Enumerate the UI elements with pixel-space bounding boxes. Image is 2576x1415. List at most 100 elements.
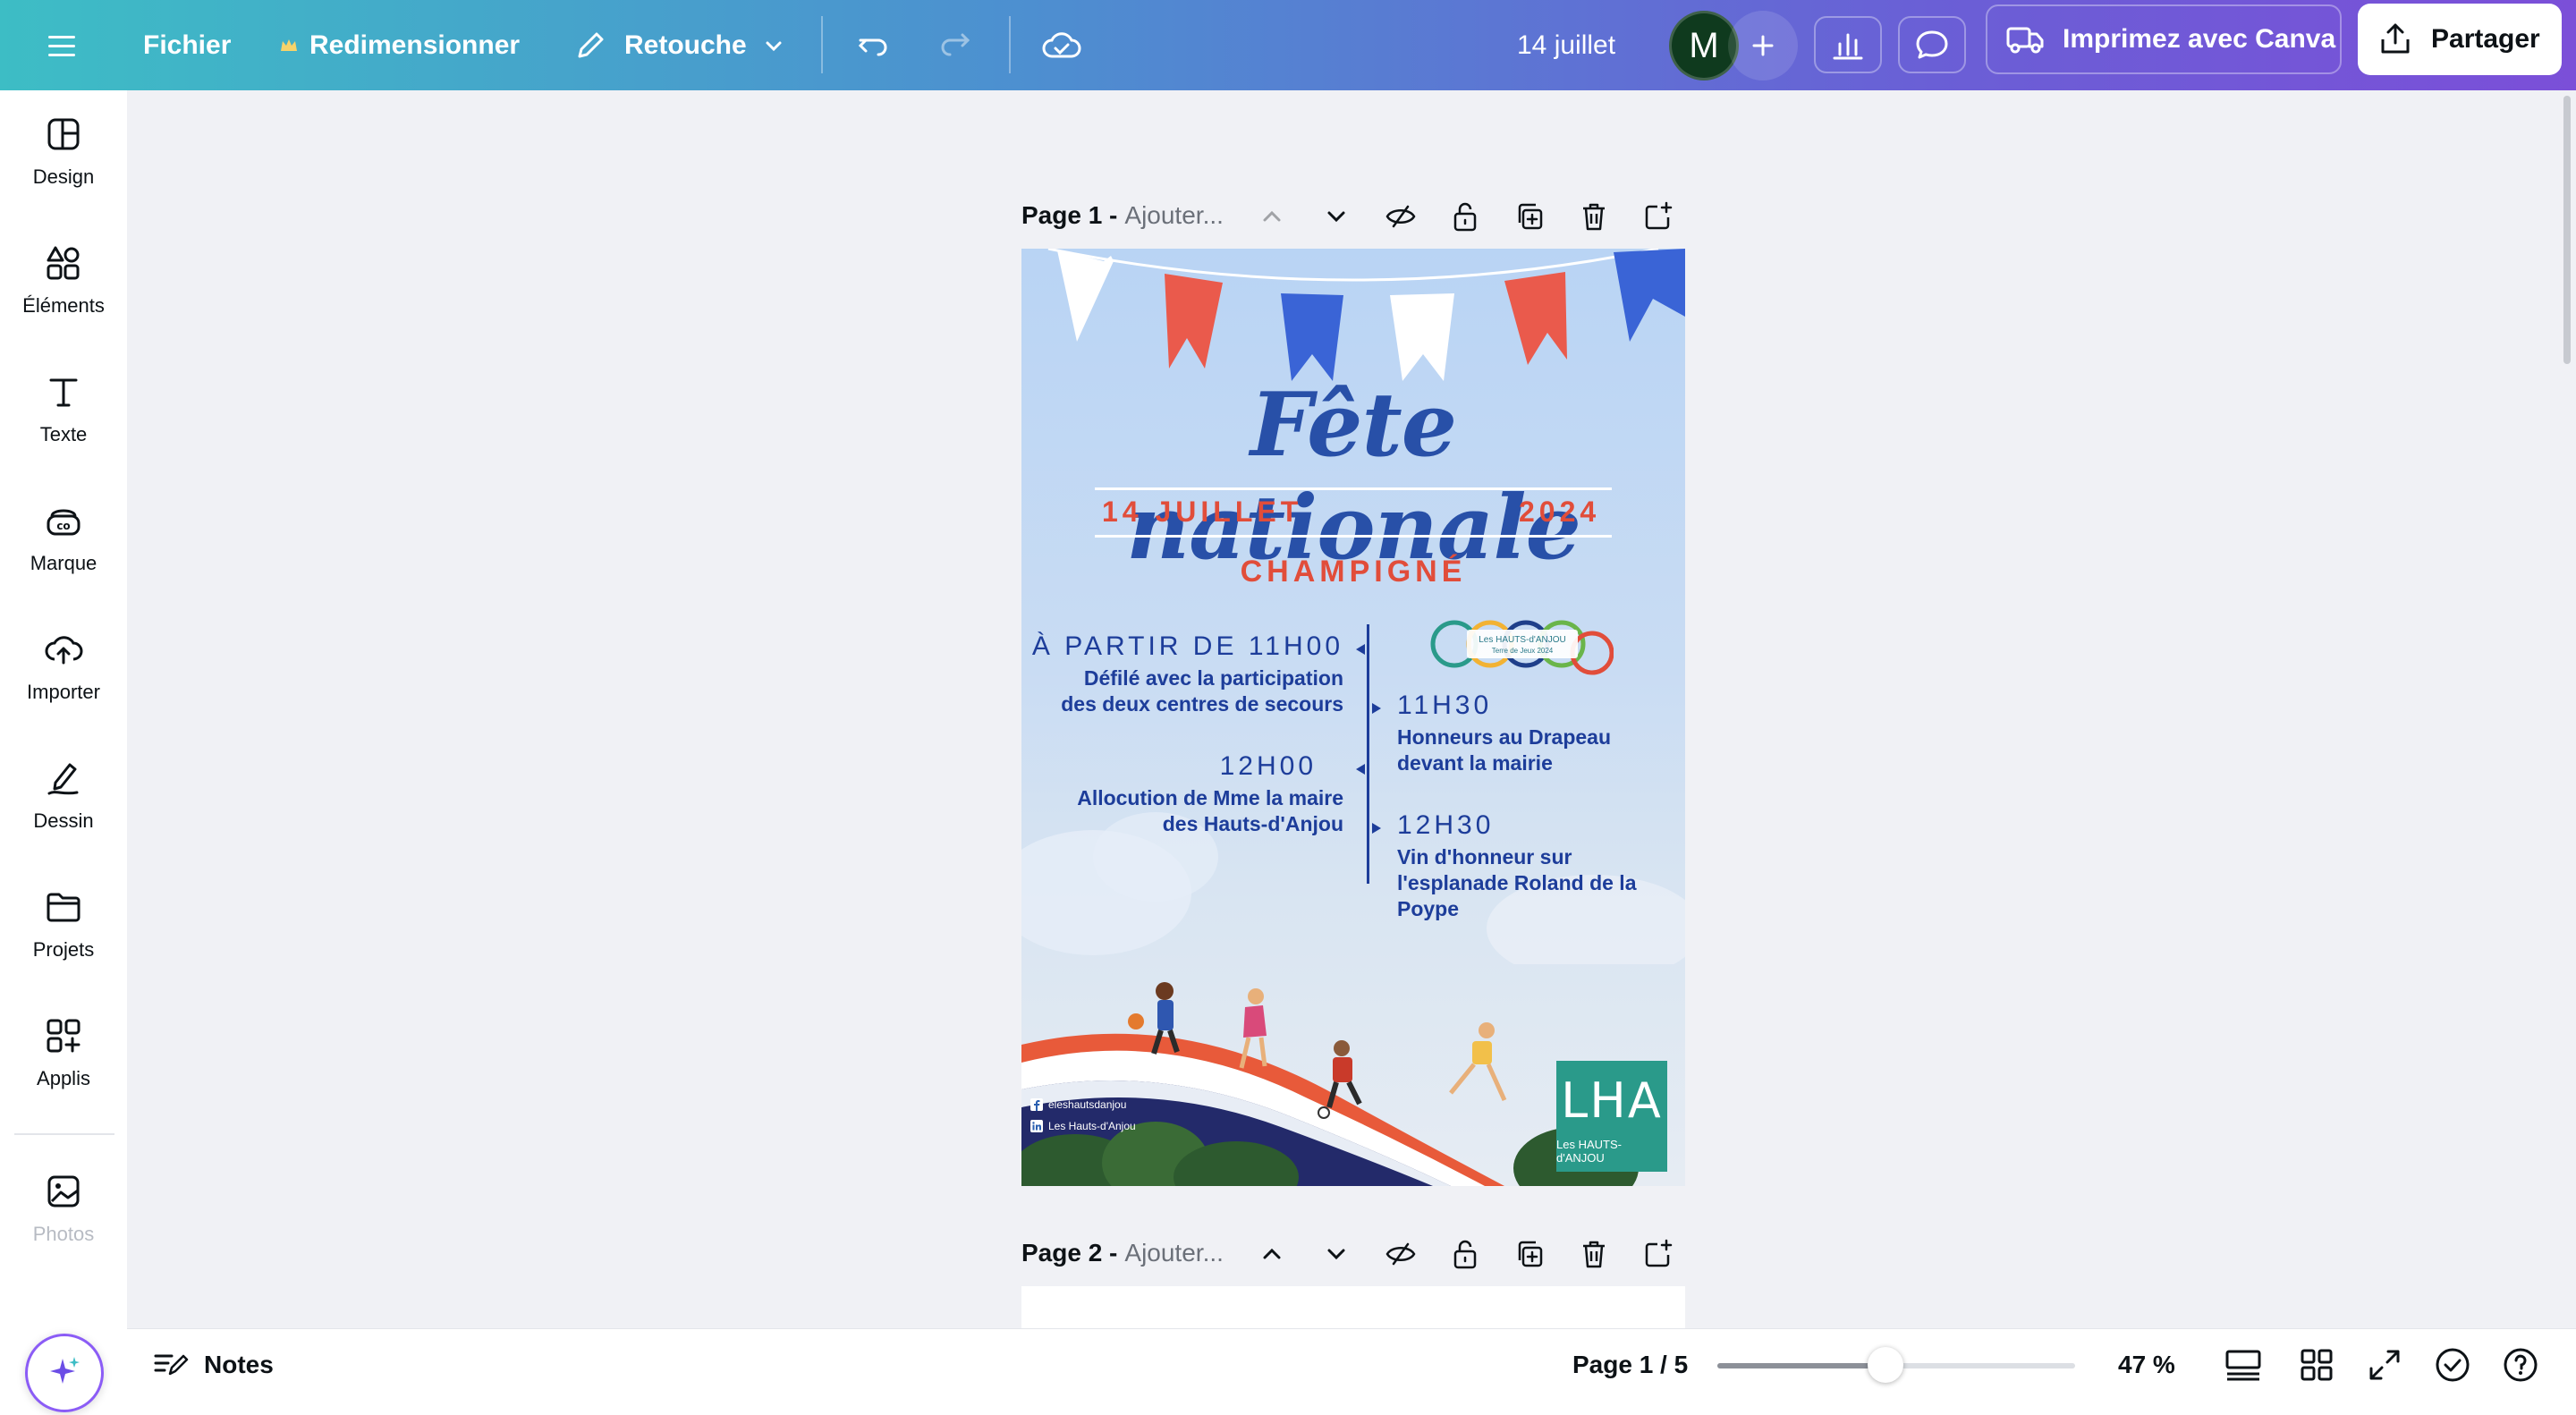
- lock-page-button[interactable]: [1449, 1238, 1481, 1270]
- poster-date-year[interactable]: 2024: [1519, 496, 1600, 529]
- move-page-down-button[interactable]: [1320, 1238, 1352, 1270]
- undo-button[interactable]: [855, 0, 891, 90]
- page-2-title-input[interactable]: Ajouter...: [1124, 1239, 1224, 1267]
- help-icon: [2504, 1348, 2538, 1382]
- redo-icon: [941, 33, 970, 55]
- chevron-down-icon: [766, 41, 782, 51]
- event-2-desc-line: Honneurs au Drapeau: [1397, 725, 1611, 749]
- magic-assistant-button[interactable]: [25, 1334, 104, 1412]
- insights-button[interactable]: [1814, 16, 1882, 73]
- poster-title[interactable]: Fête nationale: [1021, 374, 1685, 580]
- shapes-icon: [47, 246, 80, 280]
- zoom-slider-knob[interactable]: [1868, 1347, 1903, 1383]
- sidebar-item-apps[interactable]: Applis: [0, 1017, 127, 1090]
- comments-button[interactable]: [1898, 16, 1966, 73]
- olympic-rings-logo[interactable]: Les HAUTS-d'ANJOU Terre de Jeux 2024: [1426, 615, 1614, 678]
- poster-town[interactable]: CHAMPIGNÉ: [1021, 555, 1685, 589]
- chevron-up-icon: [1263, 1248, 1281, 1259]
- event-2-desc[interactable]: Honneurs au Drapeau devant la mairie: [1397, 724, 1611, 776]
- help-button[interactable]: [2503, 1329, 2538, 1401]
- event-3-desc[interactable]: Allocution de Mme la maire des Hauts-d'A…: [1077, 785, 1343, 837]
- event-4-desc-line: l'esplanade Roland de la: [1397, 871, 1637, 894]
- share-upload-icon: [2381, 23, 2410, 54]
- delete-page-button[interactable]: [1578, 1238, 1610, 1270]
- retouch-button[interactable]: Retouche: [572, 0, 784, 90]
- lha-logo-mark: LHA: [1561, 1072, 1663, 1129]
- hamburger-icon: [48, 35, 75, 56]
- badge-line-1: Les HAUTS-d'ANJOU: [1479, 635, 1566, 645]
- duplicate-page-button[interactable]: [1513, 1238, 1546, 1270]
- scroll-thumb[interactable]: [2563, 96, 2571, 364]
- zoom-slider[interactable]: [1717, 1347, 2075, 1383]
- duplicate-page-button[interactable]: [1513, 200, 1546, 233]
- sidebar-item-brand[interactable]: co Marque: [0, 502, 127, 575]
- sidebar-item-design[interactable]: Design: [0, 115, 127, 189]
- delete-page-button[interactable]: [1578, 200, 1610, 233]
- poster-date-day[interactable]: 14 JUILLET: [1102, 496, 1302, 529]
- page-counter[interactable]: Page 1 / 5: [1572, 1329, 1688, 1401]
- hide-page-button[interactable]: [1385, 200, 1417, 233]
- event-1-time[interactable]: À PARTIR DE 11H00: [1032, 631, 1343, 662]
- pencil-icon: [578, 32, 604, 57]
- social-facebook[interactable]: eleshautsdanjou: [1030, 1098, 1126, 1111]
- sidebar-item-photos[interactable]: Photos: [0, 1173, 127, 1246]
- event-3-time[interactable]: 12H00: [1220, 751, 1317, 782]
- lock-page-button[interactable]: [1449, 200, 1481, 233]
- sidebar-item-text[interactable]: Texte: [0, 373, 127, 446]
- event-4-time[interactable]: 12H30: [1397, 810, 1494, 841]
- sidebar-item-import[interactable]: Importer: [0, 631, 127, 704]
- share-button[interactable]: Partager: [2358, 4, 2562, 75]
- menu-button[interactable]: [47, 0, 77, 90]
- fullscreen-button[interactable]: [2368, 1329, 2401, 1401]
- lha-logo[interactable]: LHA Les HAUTS-d'ANJOU: [1556, 1061, 1667, 1172]
- redo-button[interactable]: [937, 0, 973, 90]
- page-1-title-input[interactable]: Ajouter...: [1124, 201, 1224, 230]
- event-1-desc[interactable]: Défilé avec la participation des deux ce…: [1061, 665, 1343, 717]
- file-menu-button[interactable]: Fichier: [143, 0, 231, 90]
- check-button[interactable]: [2435, 1329, 2470, 1401]
- facebook-handle: eleshautsdanjou: [1048, 1098, 1127, 1111]
- timeline-arrows: [1356, 644, 1381, 834]
- page-1-design[interactable]: Fête nationale 14 JUILLET 2024 CHAMPIGNÉ…: [1021, 249, 1685, 1186]
- resize-button[interactable]: Redimensionner: [279, 0, 520, 90]
- duplicate-icon: [1518, 1241, 1543, 1267]
- expand-icon: [2369, 1350, 2400, 1380]
- sidebar-item-draw[interactable]: Dessin: [0, 759, 127, 833]
- comment-icon: [1916, 30, 1948, 59]
- move-page-up-button[interactable]: [1256, 1238, 1288, 1270]
- cloud-save-button[interactable]: [1041, 0, 1082, 90]
- grid-icon: [2301, 1349, 2333, 1381]
- linkedin-handle: Les Hauts-d'Anjou: [1048, 1120, 1136, 1132]
- chevron-down-icon: [1327, 211, 1345, 223]
- hide-page-button[interactable]: [1385, 1238, 1417, 1270]
- grid-view-button[interactable]: [2301, 1329, 2333, 1401]
- sidebar-item-projects[interactable]: Projets: [0, 888, 127, 962]
- move-page-down-button[interactable]: [1320, 200, 1352, 233]
- lha-logo-caption: Les HAUTS-d'ANJOU: [1556, 1138, 1622, 1165]
- toolbar-divider: [1009, 16, 1011, 73]
- event-4-desc-line: Poype: [1397, 897, 1460, 920]
- truck-icon: [2006, 27, 2044, 54]
- notes-button[interactable]: Notes: [154, 1329, 274, 1401]
- invite-button[interactable]: [1728, 11, 1798, 80]
- move-page-up-button[interactable]: [1256, 200, 1288, 233]
- check-circle-icon: [2436, 1348, 2470, 1382]
- social-linkedin[interactable]: Les Hauts-d'Anjou: [1030, 1120, 1136, 1132]
- event-4-desc[interactable]: Vin d'honneur sur l'esplanade Roland de …: [1397, 844, 1637, 922]
- svg-text:co: co: [56, 520, 70, 532]
- chevron-down-icon: [1327, 1249, 1345, 1260]
- badge-line-2: Terre de Jeux 2024: [1492, 647, 1554, 655]
- page-2-name: Page 2 -: [1021, 1239, 1118, 1267]
- print-with-canva-button[interactable]: Imprimez avec Canva: [1986, 4, 2342, 74]
- event-2-time[interactable]: 11H30: [1397, 691, 1492, 721]
- add-page-button[interactable]: [1642, 200, 1674, 233]
- page-2-design[interactable]: [1021, 1286, 1685, 1331]
- page-view-button[interactable]: [2225, 1329, 2261, 1401]
- sidebar-item-elements[interactable]: Éléments: [0, 244, 127, 318]
- facebook-icon: [1030, 1098, 1043, 1111]
- zoom-level[interactable]: 47 %: [2118, 1329, 2175, 1401]
- add-page-button[interactable]: [1642, 1238, 1674, 1270]
- linkedin-icon: [1030, 1120, 1043, 1132]
- vertical-scrollbar[interactable]: [2560, 90, 2576, 1328]
- document-title[interactable]: 14 juillet: [1517, 0, 1615, 90]
